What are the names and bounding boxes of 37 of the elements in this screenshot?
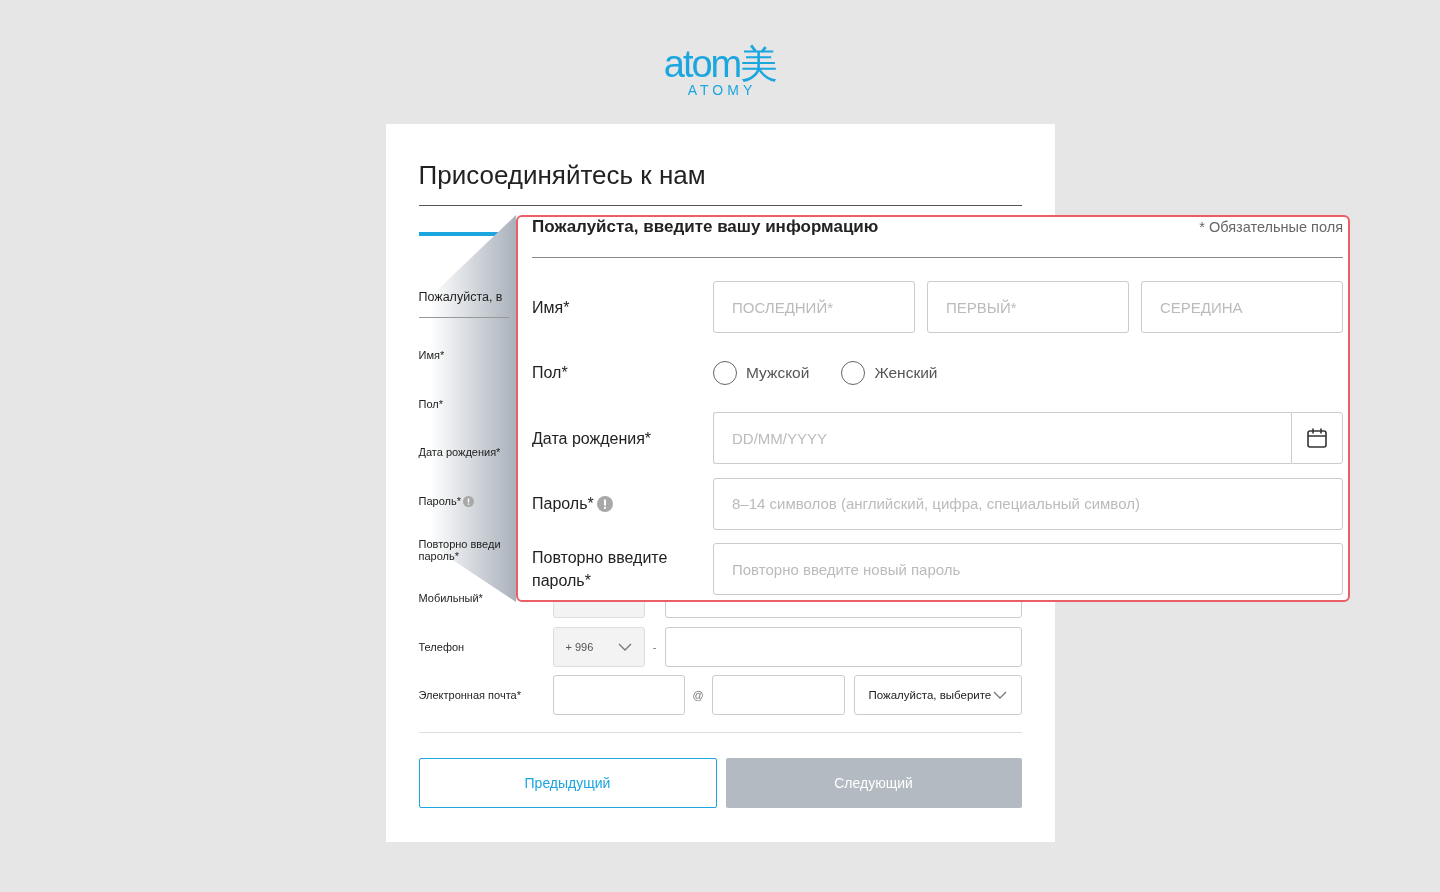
field-label: Пол* [532,363,568,383]
at-sign: @ [691,689,705,702]
calendar-icon [1306,427,1328,449]
field-label: Повторно введи пароль* [418,537,502,562]
chevron-down-icon [992,691,1007,700]
name-input[interactable]: СЕРЕДИНА [1141,281,1343,333]
date-input[interactable]: DD/MM/YYYY [713,412,1291,464]
section-title: Пожалуйста, в [418,290,503,304]
field-label: Повторно введите пароль* [532,548,669,591]
password-input[interactable]: Повторно введите новый пароль [713,543,1343,595]
field-label: Электронная почта* [418,689,521,702]
field-label: Дата рождения* [532,428,652,449]
country-code-select[interactable]: + 996 [552,626,645,667]
password-input[interactable]: 8–14 символов (английский, цифра, специальный символ) [713,477,1343,530]
field-label: Имя* [418,349,445,362]
phone-input[interactable] [664,626,1022,667]
chevron-down-icon [617,642,632,651]
name-input[interactable]: ПОСЛЕДНИЙ* [713,281,915,333]
separator: - [651,640,658,653]
field-label: Пароль* [418,495,461,508]
field-label: Телефон [418,640,465,653]
calendar-button[interactable] [1291,412,1343,464]
gender-radio[interactable]: Женский [841,360,938,385]
email-input[interactable] [552,675,685,716]
domain-input[interactable] [711,675,845,716]
field-label: Имя* [532,297,570,318]
domain-select[interactable]: Пожалуйста, выберите [853,675,1022,716]
field-label: Дата рождения* [418,446,501,459]
section-title: Пожалуйста, введите вашу информацию [532,217,879,237]
gender-radio[interactable]: Мужской [713,360,810,385]
page-title: Присоединяйтесь к нам [418,160,706,191]
name-input[interactable]: ПЕРВЫЙ* [927,281,1129,333]
field-label: Мобильный* [418,592,483,605]
field-label: Пол* [418,397,443,410]
field-label: Пароль* [532,494,594,514]
required-note: * Обязательные поля [1199,218,1343,235]
logo-caption: ATOMY [686,82,757,98]
